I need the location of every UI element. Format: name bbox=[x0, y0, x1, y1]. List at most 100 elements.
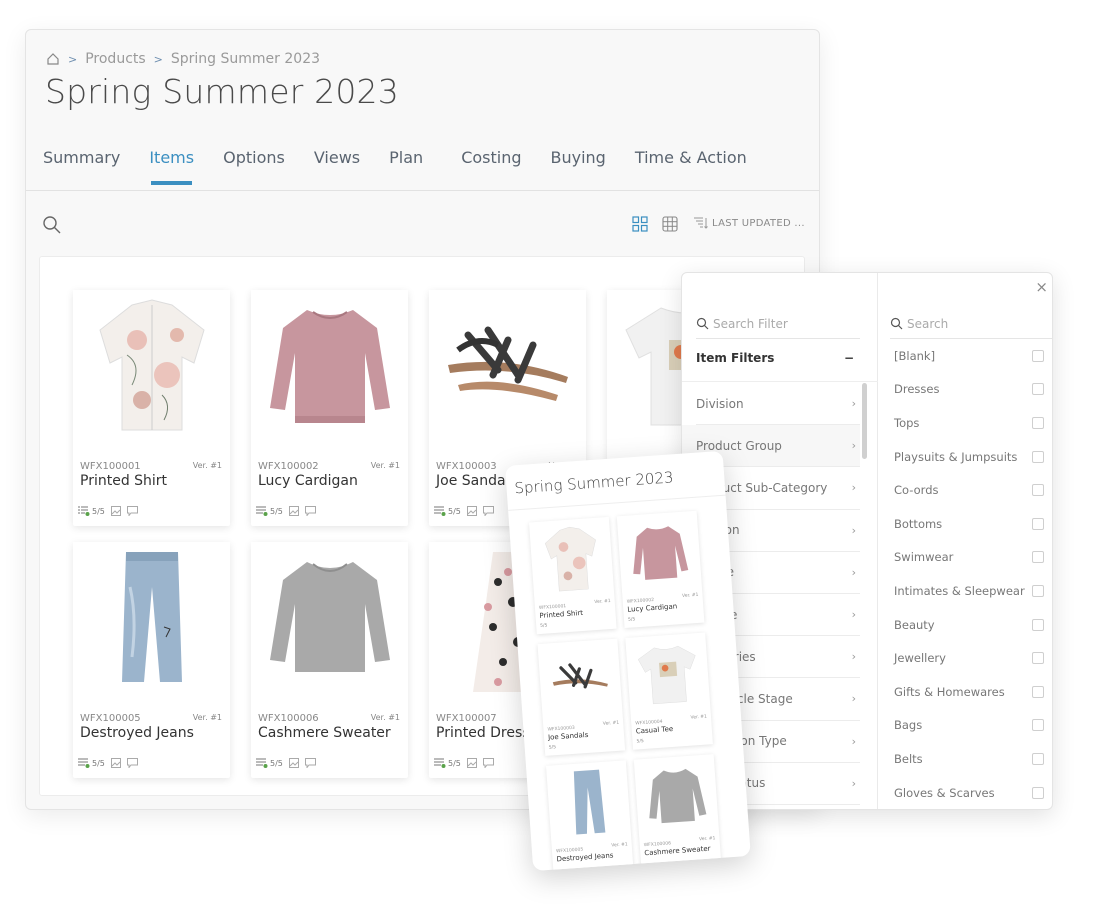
mobile-item-card[interactable]: WFX100003 Ver. #1 Joe Sandals 5/5 bbox=[537, 638, 626, 756]
tab-plan[interactable]: Plan bbox=[389, 148, 423, 185]
item-version: Ver. #1 bbox=[192, 461, 222, 470]
tab-buying[interactable]: Buying bbox=[551, 148, 606, 185]
item-code: WFX100006 bbox=[258, 713, 319, 724]
item-name[interactable]: Printed Shirt bbox=[80, 473, 167, 489]
image-icon[interactable] bbox=[110, 758, 121, 768]
tab-items[interactable]: Items bbox=[149, 148, 194, 185]
checkbox[interactable] bbox=[1032, 752, 1044, 765]
checkbox[interactable] bbox=[1032, 685, 1044, 698]
checkbox[interactable] bbox=[1032, 719, 1044, 732]
home-icon[interactable] bbox=[46, 52, 60, 66]
comment-icon[interactable] bbox=[304, 758, 316, 768]
filter-value-item[interactable]: Belts bbox=[894, 742, 1044, 776]
filter-value-item[interactable]: Bottoms bbox=[894, 507, 1044, 541]
search-icon bbox=[696, 317, 709, 330]
filter-value-label: Bags bbox=[894, 718, 923, 733]
checkbox[interactable] bbox=[1032, 349, 1044, 362]
filter-value-item[interactable]: Gloves & Scarves bbox=[894, 776, 1044, 809]
mobile-item-card[interactable]: WFX100004 Ver. #1 Casual Tee 5/5 bbox=[625, 632, 713, 750]
comment-icon[interactable] bbox=[304, 506, 316, 516]
filter-value-item[interactable]: Co-ords bbox=[894, 473, 1044, 507]
checklist-icon[interactable] bbox=[434, 758, 446, 768]
collapse-icon[interactable]: − bbox=[844, 351, 854, 365]
filter-category-division[interactable]: Division › bbox=[696, 383, 860, 426]
comment-icon[interactable] bbox=[126, 506, 138, 516]
filter-value-item[interactable]: Intimates & Sleepwear bbox=[894, 574, 1044, 608]
tab-costing[interactable]: Costing bbox=[461, 148, 521, 185]
item-name: Printed Shirt bbox=[539, 608, 584, 620]
divider bbox=[682, 381, 878, 382]
filter-search-input[interactable]: Search Filter bbox=[696, 309, 860, 339]
scrollbar[interactable] bbox=[862, 383, 867, 459]
mobile-item-card[interactable]: WFX100005 Ver. #1 Destroyed Jeans bbox=[546, 760, 634, 872]
item-name[interactable]: Printed Dress bbox=[436, 725, 530, 741]
close-icon[interactable]: × bbox=[1035, 278, 1048, 296]
checkbox[interactable] bbox=[1032, 450, 1044, 463]
item-card[interactable]: WFX100005 Ver. #1 Destroyed Jeans 5/5 bbox=[73, 542, 230, 778]
filter-value-item[interactable]: Tops bbox=[894, 406, 1044, 440]
search-icon[interactable] bbox=[42, 215, 62, 235]
mobile-item-card[interactable]: WFX100006 Ver. #1 Cashmere Sweater bbox=[633, 754, 722, 872]
item-code: WFX100007 bbox=[436, 713, 497, 724]
mobile-item-card[interactable]: WFX100001 Ver. #1 Printed Shirt 5/5 bbox=[528, 516, 617, 635]
checklist-icon[interactable] bbox=[78, 758, 90, 768]
checkbox[interactable] bbox=[1032, 517, 1044, 530]
checklist-icon[interactable] bbox=[434, 506, 446, 516]
checkbox[interactable] bbox=[1032, 484, 1044, 497]
checkbox[interactable] bbox=[1032, 652, 1044, 665]
image-icon[interactable] bbox=[466, 758, 477, 768]
sort-dropdown[interactable]: LAST UPDATED ... bbox=[694, 217, 805, 229]
table-view-icon[interactable] bbox=[662, 216, 678, 232]
filter-value-item[interactable]: Beauty bbox=[894, 608, 1044, 642]
checkbox[interactable] bbox=[1032, 618, 1044, 631]
grid-view-icon[interactable] bbox=[632, 216, 648, 232]
filter-value-item[interactable]: [Blank] bbox=[894, 339, 1044, 373]
item-name: Joe Sandals bbox=[547, 730, 589, 742]
image-icon[interactable] bbox=[288, 506, 299, 516]
item-name[interactable]: Destroyed Jeans bbox=[80, 725, 194, 741]
comment-icon[interactable] bbox=[482, 758, 494, 768]
comment-icon[interactable] bbox=[482, 506, 494, 516]
checkbox[interactable] bbox=[1032, 786, 1044, 799]
image-icon[interactable] bbox=[466, 506, 477, 516]
item-code: WFX100001 bbox=[80, 461, 141, 472]
item-name[interactable]: Lucy Cardigan bbox=[258, 473, 358, 489]
item-name[interactable]: Joe Sandals bbox=[436, 473, 517, 489]
values-search-input[interactable]: Search bbox=[890, 309, 1052, 339]
checkbox[interactable] bbox=[1032, 584, 1044, 597]
tab-views[interactable]: Views bbox=[314, 148, 360, 185]
comment-icon[interactable] bbox=[126, 758, 138, 768]
image-icon[interactable] bbox=[110, 506, 121, 516]
filter-value-item[interactable]: Bags bbox=[894, 709, 1044, 743]
checklist-icon[interactable] bbox=[256, 758, 268, 768]
filter-value-item[interactable]: Gifts & Homewares bbox=[894, 675, 1044, 709]
filter-group-header[interactable]: Item Filters − bbox=[696, 351, 860, 365]
item-card[interactable]: WFX100001 Ver. #1 Printed Shirt 5/5 bbox=[73, 290, 230, 526]
filter-value-item[interactable]: Swimwear bbox=[894, 541, 1044, 575]
checkbox[interactable] bbox=[1032, 551, 1044, 564]
tab-options[interactable]: Options bbox=[223, 148, 285, 185]
item-meta: 5/5 bbox=[78, 506, 138, 516]
item-card[interactable]: WFX100006 Ver. #1 Cashmere Sweater 5/5 bbox=[251, 542, 408, 778]
checkbox[interactable] bbox=[1032, 383, 1044, 396]
tab-summary[interactable]: Summary bbox=[43, 148, 120, 185]
checklist-icon[interactable] bbox=[256, 506, 268, 516]
image-icon[interactable] bbox=[288, 758, 299, 768]
filter-value-label: Intimates & Sleepwear bbox=[894, 583, 1025, 598]
breadcrumb-products[interactable]: Products bbox=[85, 51, 145, 67]
divider bbox=[508, 494, 726, 511]
filter-value-item[interactable]: Dresses bbox=[894, 373, 1044, 407]
filter-value-item[interactable]: Jewellery bbox=[894, 641, 1044, 675]
filter-value-item[interactable]: Playsuits & Jumpsuits bbox=[894, 440, 1044, 474]
item-version: Ver. #1 bbox=[370, 713, 400, 722]
chevron-right-icon: › bbox=[851, 734, 856, 748]
checklist-icon[interactable] bbox=[78, 506, 90, 516]
item-code: WFX100005 bbox=[80, 713, 141, 724]
item-name[interactable]: Cashmere Sweater bbox=[258, 725, 391, 741]
tab-time-action[interactable]: Time & Action bbox=[635, 148, 747, 185]
tabs-divider bbox=[26, 190, 819, 191]
item-card[interactable]: WFX100002 Ver. #1 Lucy Cardigan 5/5 bbox=[251, 290, 408, 526]
checkbox[interactable] bbox=[1032, 416, 1044, 429]
mobile-item-card[interactable]: WFX100002 Ver. #1 Lucy Cardigan 5/5 bbox=[616, 510, 705, 629]
item-image-cardigan bbox=[251, 290, 408, 440]
